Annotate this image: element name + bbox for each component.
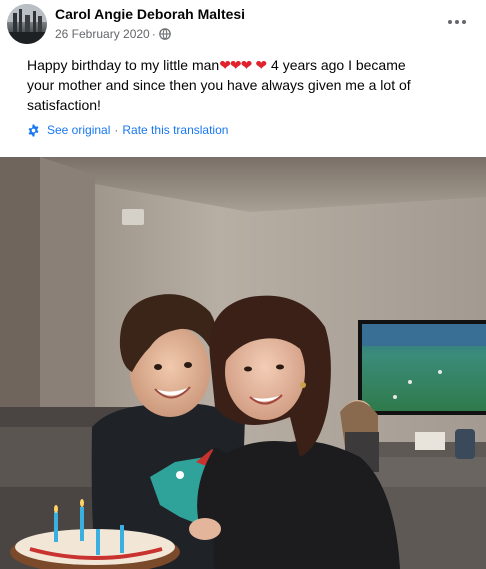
post-message-line-3: satisfaction! [27,97,101,113]
post-message-line-1: Happy birthday to my little man❤❤❤ ❤ 4 ye… [27,57,406,73]
more-options-button[interactable] [446,12,468,32]
post-message: Happy birthday to my little man❤❤❤ ❤ 4 ye… [27,55,472,115]
post-header: Carol Angie Deborah Maltesi 26 February … [0,0,486,46]
author-avatar[interactable] [7,4,47,44]
post-photo[interactable] [0,157,486,569]
rate-translation-link[interactable]: Rate this translation [122,123,228,137]
translation-separator: · [114,123,119,137]
gear-icon[interactable] [27,123,40,137]
heart-emoji: ❤ [255,57,268,73]
facebook-post: Carol Angie Deborah Maltesi 26 February … [0,0,486,569]
post-meta: 26 February 2020 · [55,27,171,41]
meta-separator: · [151,27,156,41]
see-original-link[interactable]: See original [47,123,110,137]
author-name[interactable]: Carol Angie Deborah Maltesi [55,6,245,22]
hearts-emoji: ❤❤❤ [219,57,252,73]
more-options-icon [448,20,452,24]
globe-icon[interactable] [158,28,171,40]
post-date[interactable]: 26 February 2020 [55,27,150,41]
post-message-line-2: your mother and since then you have alwa… [27,77,411,93]
translation-bar: See original · Rate this translation [27,123,228,137]
